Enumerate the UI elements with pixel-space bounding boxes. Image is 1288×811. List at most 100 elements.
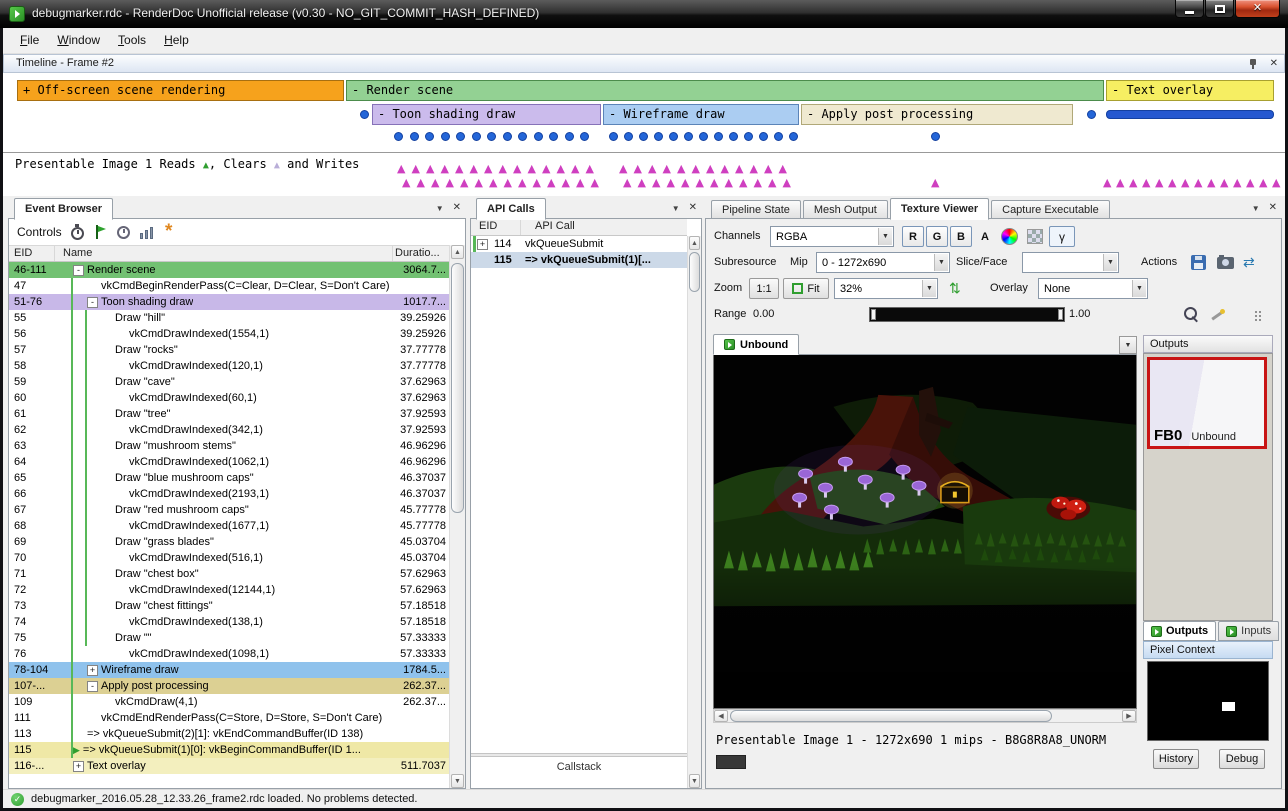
checkerboard-icon[interactable] [1027,229,1043,244]
close-panel-icon[interactable]: ✕ [453,202,461,214]
event-row[interactable]: 57Draw "rocks"37.77778 [9,342,449,358]
event-row[interactable]: 111vkCmdEndRenderPass(C=Store, D=Store, … [9,710,449,726]
timeline-draw-dot[interactable] [729,132,738,141]
maximize-button[interactable] [1205,0,1234,18]
timeline-draw-dot[interactable] [714,132,723,141]
close-panel-icon[interactable]: ✕ [1270,58,1278,70]
timeline-marker-bar[interactable]: - Text overlay [1106,80,1274,101]
close-panel-icon[interactable]: ✕ [689,202,697,214]
timeline-draw-dot[interactable] [456,132,465,141]
close-button[interactable]: ✕ [1235,0,1280,18]
api-row[interactable]: 115=> vkQueueSubmit(1)[... [471,252,687,268]
event-row[interactable]: 67Draw "red mushroom caps"45.77778 [9,502,449,518]
timeline-event-dot[interactable] [1087,110,1096,119]
column-eid[interactable]: EID [9,246,55,261]
sliceface-select[interactable]: ▼ [1022,252,1119,273]
event-row[interactable]: 60vkCmdDrawIndexed(60,1)37.62963 [9,390,449,406]
titlebar[interactable]: debugmarker.rdc - RenderDoc Unofficial r… [0,0,1288,28]
range-min-handle[interactable] [871,309,876,320]
timeline-draw-dot[interactable] [565,132,574,141]
timeline-draw-dot[interactable] [624,132,633,141]
event-row[interactable]: 51-76-Toon shading draw1017.7... [9,294,449,310]
timeline[interactable]: + Off-screen scene rendering- Render sce… [3,73,1285,196]
timeline-panel-header[interactable]: Timeline - Frame #2 ✕ [3,54,1285,73]
save-icon[interactable] [1191,255,1206,270]
timeline-dense-draws-bar[interactable] [1106,110,1274,119]
scroll-left-icon[interactable]: ◀ [714,710,728,722]
timeline-draw-dot[interactable] [425,132,434,141]
timeline-draw-dot[interactable] [931,132,940,141]
texture-tab-unbound[interactable]: Unbound [713,334,799,355]
collapse-icon[interactable]: - [87,681,98,692]
event-row[interactable]: 109vkCmdDraw(4,1)262.37... [9,694,449,710]
zoom-1to1-button[interactable]: 1:1 [749,278,779,299]
texture-h-scrollbar[interactable]: ◀ ▶ [713,709,1137,723]
event-row[interactable]: 59Draw "cave"37.62963 [9,374,449,390]
tab-api-calls[interactable]: API Calls [476,198,546,220]
channel-g-button[interactable]: G [926,226,948,247]
timeline-draw-dot[interactable] [609,132,618,141]
pixel-context-view[interactable] [1147,661,1269,741]
close-panel-icon[interactable]: ✕ [1269,202,1277,214]
timeline-draw-dot[interactable] [441,132,450,141]
column-duration[interactable]: Duratio... [393,246,449,261]
collapse-icon[interactable]: - [87,297,98,308]
timeline-draw-dot[interactable] [410,132,419,141]
flip-y-icon[interactable]: ⇅ [949,280,961,296]
snapshot-icon[interactable] [1217,257,1234,269]
zoom-percent-select[interactable]: 32% ▼ [834,278,938,299]
scrollbar-thumb[interactable] [730,710,1052,722]
tab-capture-executable[interactable]: Capture Executable [991,200,1110,219]
overlay-select[interactable]: None ▼ [1038,278,1148,299]
event-row[interactable]: 62vkCmdDrawIndexed(342,1)37.92593 [9,422,449,438]
event-row[interactable]: 56vkCmdDrawIndexed(1554,1)39.25926 [9,326,449,342]
menu-item-help[interactable]: Help [155,28,198,53]
timeline-marker-bar[interactable]: - Render scene [346,80,1104,101]
event-row[interactable]: 70vkCmdDrawIndexed(516,1)45.03704 [9,550,449,566]
history-button[interactable]: History [1153,749,1199,769]
zoom-fit-button[interactable]: Fit [783,278,829,299]
statistics-icon[interactable] [140,225,155,239]
timeline-draw-dot[interactable] [503,132,512,141]
refresh-icon[interactable]: ⇄ [1243,254,1255,270]
event-row[interactable]: 63Draw "mushroom stems"46.96296 [9,438,449,454]
timeline-draw-dot[interactable] [487,132,496,141]
fb0-thumbnail[interactable]: FB0 Unbound [1147,357,1267,449]
time-durations-icon[interactable] [71,227,84,240]
timeline-draw-dot[interactable] [684,132,693,141]
color-wheel-icon[interactable] [1001,228,1018,245]
event-row[interactable]: 55Draw "hill"39.25926 [9,310,449,326]
bookmark-flag-icon[interactable] [94,225,107,239]
timeline-draw-dot[interactable] [654,132,663,141]
texture-list-dropdown-icon[interactable]: ▼ [1119,336,1137,354]
debug-button[interactable]: Debug [1219,749,1265,769]
range-histogram[interactable] [869,307,1065,322]
scrollbar-thumb[interactable] [689,252,700,292]
tab-texture-viewer[interactable]: Texture Viewer [890,198,989,220]
event-row[interactable]: 116-...+Text overlay511.7037 [9,758,449,774]
api-calls-scrollbar[interactable]: ▲ ▼ [687,236,701,788]
scrollbar-thumb[interactable] [451,263,464,513]
menu-item-file[interactable]: File [11,28,48,53]
column-api-call[interactable]: API Call [521,219,687,235]
mip-select[interactable]: 0 - 1272x690 ▼ [816,252,950,273]
panel-menu-icon[interactable]: ▼ [672,204,680,213]
event-row[interactable]: 58vkCmdDrawIndexed(120,1)37.77778 [9,358,449,374]
event-row[interactable]: 78-104+Wireframe draw1784.5... [9,662,449,678]
event-row[interactable]: 46-111-Render scene3064.7... [9,262,449,278]
scroll-up-icon[interactable]: ▲ [689,236,700,250]
channels-select[interactable]: RGBA ▼ [770,226,894,247]
api-row[interactable]: +114vkQueueSubmit [471,236,687,252]
timeline-event-dot[interactable] [360,110,369,119]
expand-icon[interactable]: + [477,239,488,250]
timeline-draw-dot[interactable] [774,132,783,141]
range-max-handle[interactable] [1058,309,1063,320]
panel-menu-icon[interactable]: ▼ [436,204,444,213]
tab-outputs[interactable]: Outputs [1143,621,1216,641]
event-row[interactable]: 68vkCmdDrawIndexed(1677,1)45.77778 [9,518,449,534]
event-browser-scrollbar[interactable]: ▲ ▼ [449,245,465,788]
timeline-marker-bar[interactable]: - Wireframe draw [603,104,799,125]
magnifier-icon[interactable] [1184,307,1200,323]
tab-pipeline-state[interactable]: Pipeline State [711,200,801,219]
texture-image[interactable] [713,355,1137,709]
